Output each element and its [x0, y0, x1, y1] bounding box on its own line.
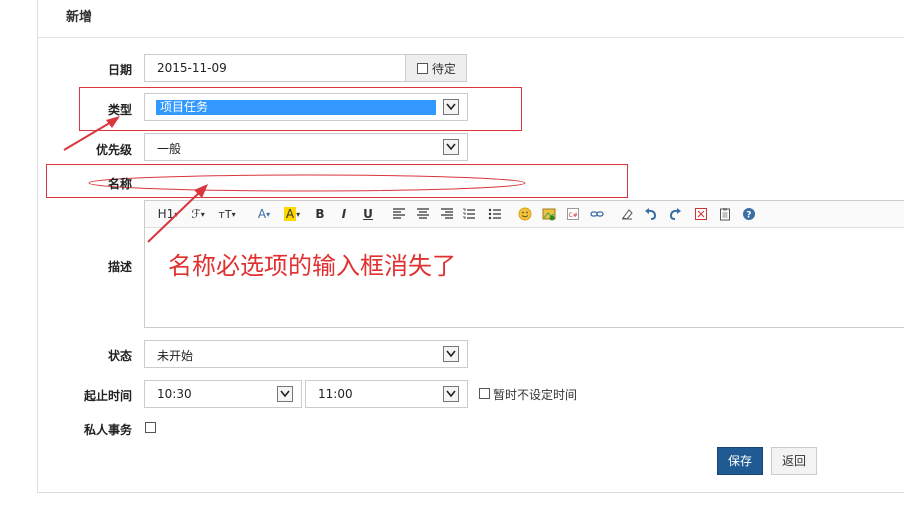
panel-title: 新增	[66, 10, 93, 25]
back-button[interactable]: 返回	[771, 447, 817, 475]
highlight-button[interactable]: A ▾	[281, 206, 303, 222]
type-select[interactable]: 项目任务	[144, 93, 468, 121]
private-checkbox[interactable]	[145, 422, 156, 433]
font-color-button[interactable]: A ▾	[253, 206, 275, 222]
unordered-list-icon[interactable]	[487, 206, 503, 222]
priority-select[interactable]: 一般	[144, 133, 468, 161]
pending-addon[interactable]: 待定	[405, 54, 467, 82]
end-time-select[interactable]: 11:00	[305, 380, 468, 408]
save-button[interactable]: 保存	[717, 447, 763, 475]
help-icon[interactable]: ?	[741, 206, 757, 222]
link-icon[interactable]	[589, 206, 605, 222]
svg-text:?: ?	[746, 210, 751, 220]
date-label: 日期	[107, 63, 132, 77]
chevron-down-icon[interactable]	[443, 99, 459, 115]
chevron-down-icon[interactable]	[443, 139, 459, 155]
status-label: 状态	[107, 349, 132, 363]
no-time-label: 暂时不设定时间	[493, 388, 578, 402]
undo-icon[interactable]	[643, 206, 659, 222]
italic-button[interactable]: I	[337, 206, 351, 222]
chevron-down-icon[interactable]	[277, 386, 293, 402]
clipboard-icon[interactable]	[717, 206, 733, 222]
annotation-text: 名称必选项的输入框消失了	[168, 252, 456, 280]
chevron-down-icon[interactable]	[443, 386, 459, 402]
image-icon[interactable]	[541, 206, 557, 222]
arrow-to-type	[63, 116, 120, 151]
svg-text:C#: C#	[569, 212, 578, 219]
private-label: 私人事务	[83, 423, 132, 437]
type-selected-value: 项目任务	[156, 100, 436, 115]
ordered-list-icon[interactable]	[461, 206, 477, 222]
description-label: 描述	[107, 260, 132, 274]
pending-checkbox[interactable]	[417, 63, 428, 74]
eraser-icon[interactable]	[619, 206, 635, 222]
status-select[interactable]: 未开始	[144, 340, 468, 368]
no-time-checkbox[interactable]	[479, 388, 490, 399]
panel-header: 新增	[38, 0, 904, 38]
date-input[interactable]: 2015-11-09	[144, 54, 406, 82]
name-label: 名称	[107, 177, 132, 191]
chevron-down-icon[interactable]	[443, 346, 459, 362]
align-right-icon[interactable]	[439, 206, 455, 222]
code-icon[interactable]: C#	[565, 206, 581, 222]
underline-button[interactable]: U	[361, 206, 375, 222]
align-left-icon[interactable]	[391, 206, 407, 222]
redo-icon[interactable]	[667, 206, 683, 222]
time-label: 起止时间	[83, 389, 132, 403]
font-size-button[interactable]: тT ▾	[215, 206, 239, 222]
start-time-select[interactable]: 10:30	[144, 380, 302, 408]
align-center-icon[interactable]	[415, 206, 431, 222]
emoji-icon[interactable]	[517, 206, 533, 222]
bold-button[interactable]: B	[313, 206, 327, 222]
editor-toolbar: H1 ▾ ℱ ▾ тT ▾ A ▾ A ▾ B I U C# ?	[145, 201, 904, 228]
fullscreen-icon[interactable]	[693, 206, 709, 222]
pending-label: 待定	[431, 62, 456, 76]
arrow-to-name	[147, 184, 208, 243]
